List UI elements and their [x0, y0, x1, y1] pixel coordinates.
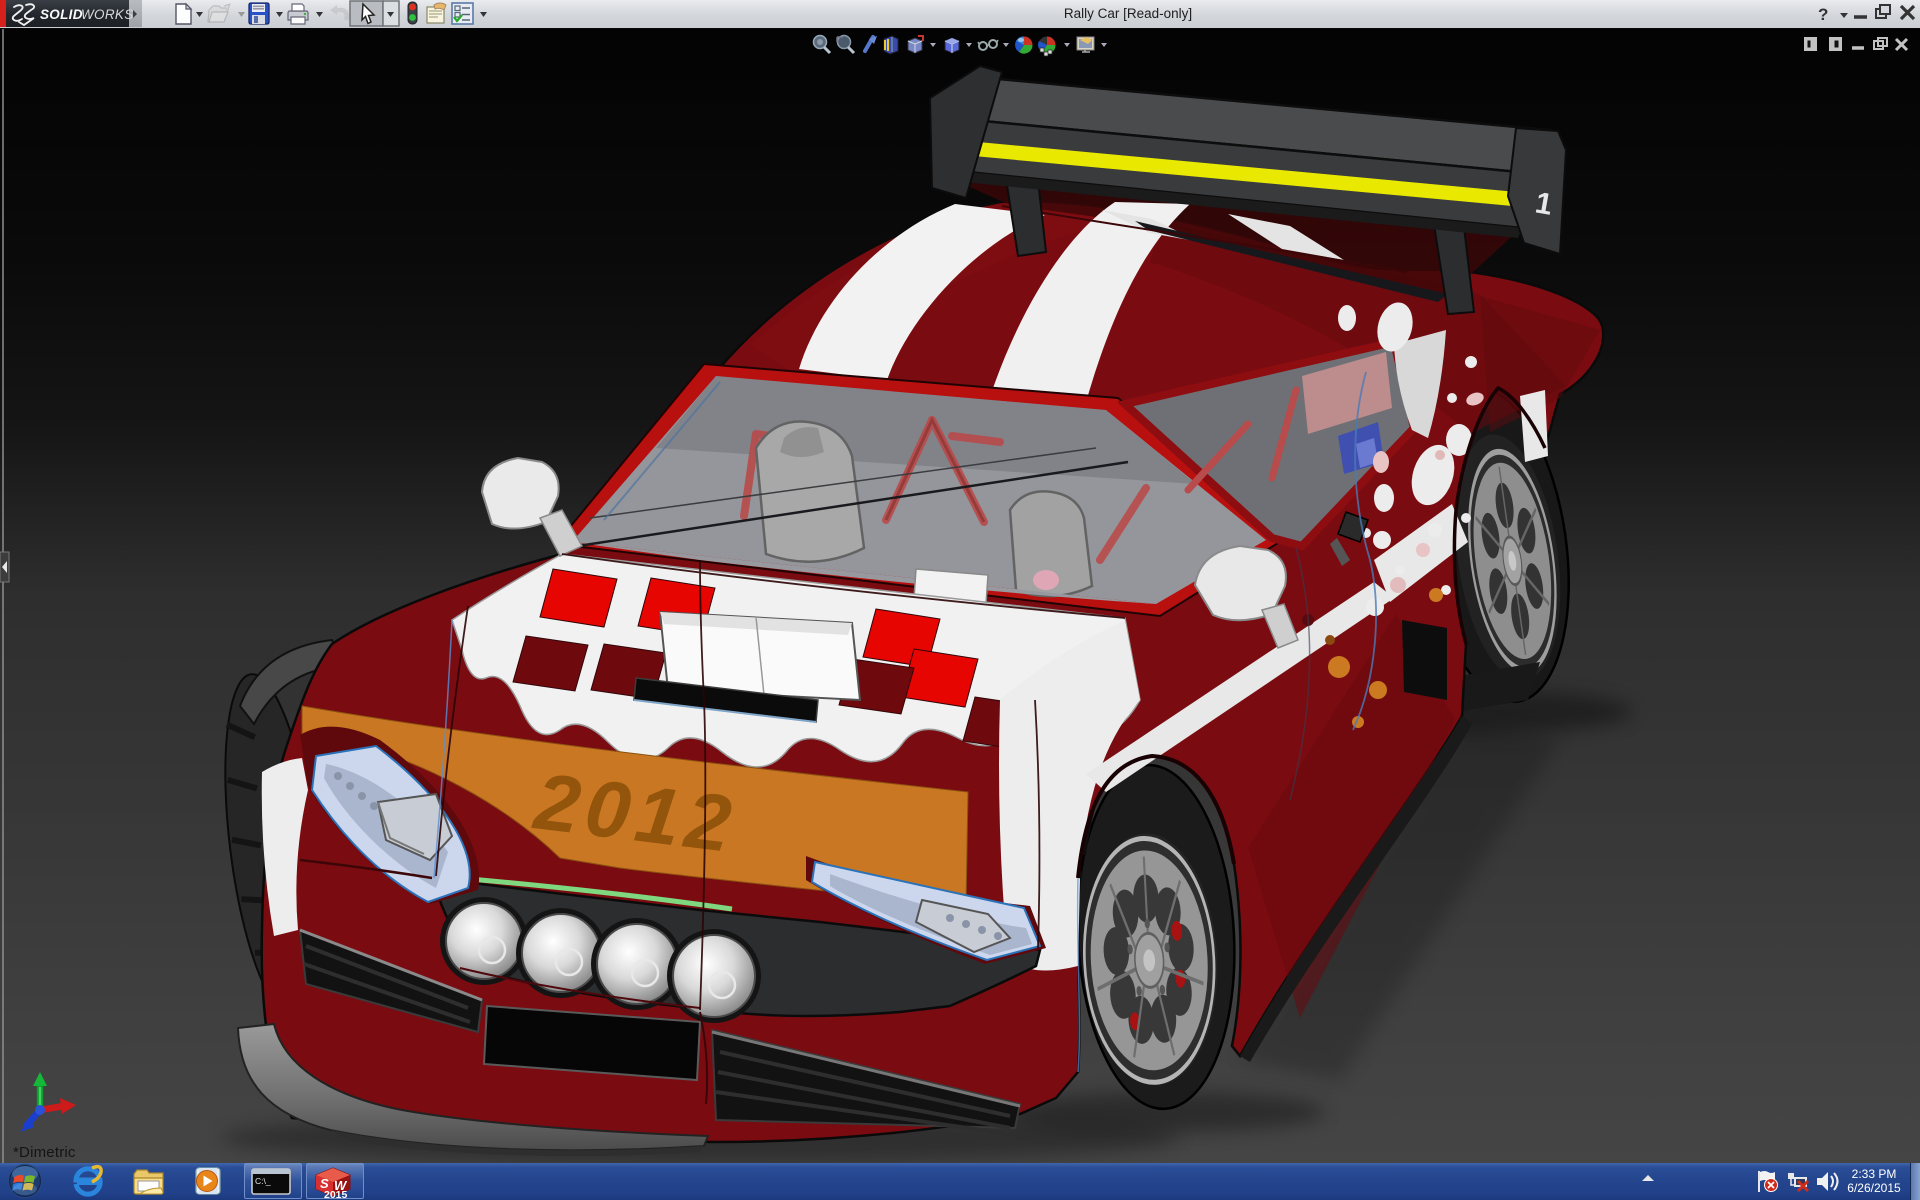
svg-text:SOLID: SOLID — [40, 7, 83, 22]
svg-text:2015: 2015 — [324, 1189, 348, 1200]
svg-text:WORKS: WORKS — [81, 7, 134, 22]
svg-text:?: ? — [1818, 5, 1828, 24]
svg-text:C:\_: C:\_ — [255, 1176, 271, 1186]
